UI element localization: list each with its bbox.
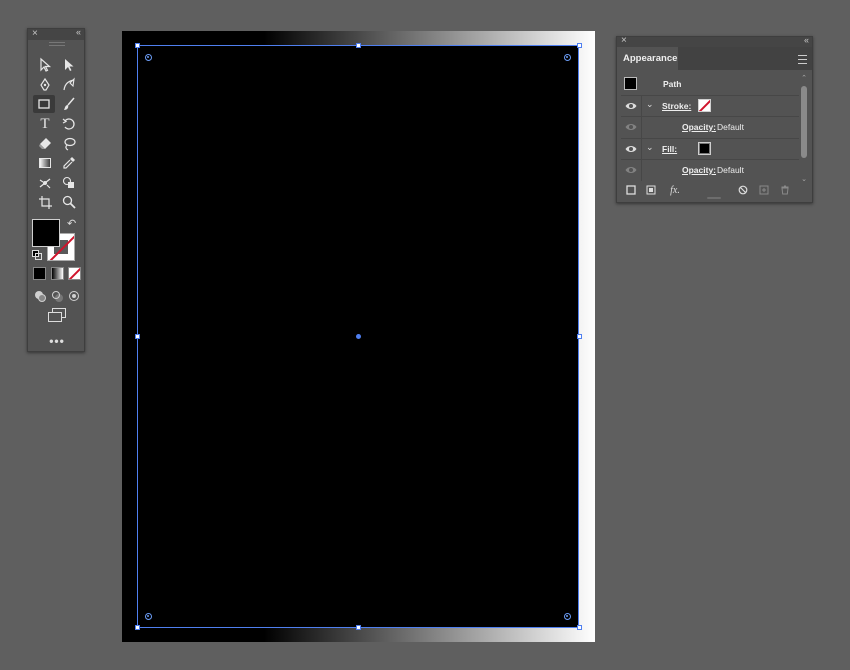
collapse-icon[interactable]: ‹‹ [804, 35, 809, 45]
eraser-tool-icon[interactable] [35, 135, 55, 153]
divider [641, 160, 642, 181]
selection-tool-icon[interactable] [35, 56, 55, 74]
rectangle-tool-icon[interactable] [33, 95, 55, 113]
resize-handle-bottom[interactable] [356, 625, 361, 630]
visibility-eye-icon[interactable] [625, 101, 637, 111]
close-icon[interactable]: × [621, 35, 627, 46]
color-mode-button[interactable] [33, 267, 46, 280]
appearance-panel: × ‹‹ Appearance Path ⌄ Stroke: Opacity: … [616, 35, 813, 203]
fill-swatch[interactable] [698, 141, 711, 155]
panel-grip[interactable] [49, 42, 65, 46]
corner-radius-widget[interactable] [564, 54, 571, 61]
stroke-opacity-row[interactable]: Opacity: Default [621, 117, 799, 139]
visibility-eye-icon[interactable] [625, 165, 637, 175]
direct-selection-tool-icon[interactable] [59, 56, 79, 74]
path-thumbnail [624, 77, 637, 90]
resize-handle-top[interactable] [356, 43, 361, 48]
scroll-up-icon[interactable]: ⌃ [800, 74, 808, 82]
tab-appearance[interactable]: Appearance [617, 47, 678, 70]
divider [641, 117, 642, 138]
type-tool-icon[interactable]: T [35, 115, 55, 133]
add-effect-icon[interactable]: fx. [667, 184, 683, 196]
screen-mode-icon[interactable] [47, 308, 67, 322]
opacity-label[interactable]: Opacity: [682, 122, 716, 132]
visibility-eye-icon[interactable] [625, 122, 637, 132]
panel-footer: fx. [617, 180, 812, 200]
object-row[interactable]: Path [621, 74, 799, 96]
clear-appearance-icon[interactable] [737, 184, 749, 196]
eyedropper-tool-icon[interactable] [59, 154, 79, 172]
stroke-row[interactable]: ⌄ Stroke: [621, 95, 799, 117]
rotate-tool-icon[interactable] [59, 115, 79, 133]
none-mode-button[interactable] [68, 267, 81, 280]
divider [641, 138, 642, 159]
fill-swatch[interactable] [32, 219, 60, 247]
add-fill-icon[interactable] [645, 184, 657, 196]
appearance-panel-titlebar[interactable]: × ‹‹ [617, 35, 812, 47]
stroke-swatch[interactable] [698, 98, 711, 112]
fill-label[interactable]: Fill: [662, 144, 677, 154]
panel-resize-grip[interactable] [707, 197, 721, 199]
default-fill-stroke-icon[interactable] [32, 250, 42, 260]
close-icon[interactable]: × [32, 28, 38, 39]
resize-handle-top-left[interactable] [135, 43, 140, 48]
appearance-list: Path ⌄ Stroke: Opacity: Default ⌄ Fill: … [621, 74, 799, 181]
resize-handle-left[interactable] [135, 334, 140, 339]
center-point[interactable] [356, 334, 361, 339]
gradient-mode-button[interactable] [51, 267, 64, 280]
scrollbar[interactable]: ⌃ ⌄ [800, 74, 808, 183]
chevron-down-icon[interactable]: ⌄ [646, 142, 654, 153]
opacity-value: Default [717, 165, 744, 175]
draw-behind-icon[interactable] [50, 289, 64, 303]
opacity-label[interactable]: Opacity: [682, 165, 716, 175]
duplicate-item-icon[interactable] [758, 184, 770, 196]
collapse-icon[interactable]: ‹‹ [76, 27, 81, 37]
fill-row[interactable]: ⌄ Fill: [621, 138, 799, 160]
more-tools-icon[interactable]: ••• [28, 334, 86, 348]
corner-radius-widget[interactable] [145, 613, 152, 620]
curvature-tool-icon[interactable] [59, 76, 79, 94]
corner-radius-widget[interactable] [564, 613, 571, 620]
pen-tool-icon[interactable] [35, 76, 55, 94]
object-label: Path [663, 79, 682, 89]
divider [641, 95, 642, 116]
tools-panel-titlebar[interactable]: × ‹‹ [28, 27, 84, 40]
lasso-tool-icon[interactable] [59, 135, 79, 153]
tools-panel: × ‹‹ T ↶ ••• [27, 27, 86, 352]
draw-inside-icon[interactable] [67, 289, 81, 303]
paintbrush-tool-icon[interactable] [59, 95, 79, 113]
visibility-eye-icon[interactable] [625, 144, 637, 154]
panel-tab-bar: Appearance [617, 47, 812, 70]
trash-icon[interactable] [779, 184, 791, 196]
zoom-tool-icon[interactable] [59, 193, 79, 211]
opacity-value: Default [717, 122, 744, 132]
gradient-tool-icon[interactable] [35, 154, 55, 172]
artboard-tool-icon[interactable] [35, 193, 55, 211]
puppet-warp-tool-icon[interactable] [35, 174, 55, 192]
draw-normal-icon[interactable] [33, 289, 47, 303]
corner-radius-widget[interactable] [145, 54, 152, 61]
resize-handle-bottom-right[interactable] [577, 625, 582, 630]
resize-handle-right[interactable] [577, 334, 582, 339]
add-stroke-icon[interactable] [625, 184, 637, 196]
resize-handle-bottom-left[interactable] [135, 625, 140, 630]
chevron-down-icon[interactable]: ⌄ [646, 99, 654, 110]
shape-builder-tool-icon[interactable] [59, 174, 79, 192]
panel-menu-icon[interactable] [798, 55, 807, 64]
swap-fill-stroke-icon[interactable]: ↶ [67, 217, 76, 230]
scroll-thumb[interactable] [801, 86, 807, 158]
resize-handle-top-right[interactable] [577, 43, 582, 48]
fill-opacity-row[interactable]: Opacity: Default [621, 160, 799, 181]
stroke-label[interactable]: Stroke: [662, 101, 691, 111]
